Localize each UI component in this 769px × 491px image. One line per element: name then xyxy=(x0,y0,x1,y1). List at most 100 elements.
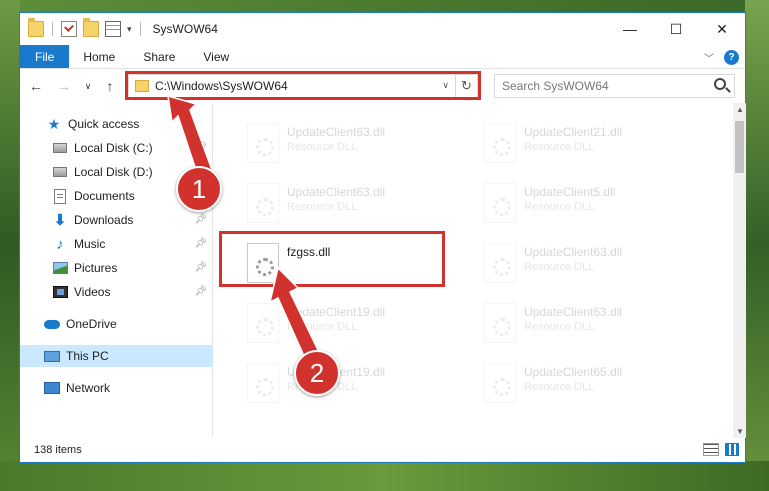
sidebar-item-network[interactable]: Network xyxy=(20,377,213,399)
file-item[interactable]: UpdateClient63.dll Resource DLL xyxy=(476,299,706,355)
desktop-background-left xyxy=(0,0,20,491)
downloads-icon: ⬇ xyxy=(53,212,67,229)
search-placeholder: Search SysWOW64 xyxy=(502,79,609,93)
star-icon: ★ xyxy=(47,115,61,132)
search-icon[interactable] xyxy=(714,78,726,90)
item-count: 138 items xyxy=(34,444,82,456)
dll-file-icon xyxy=(247,303,279,343)
details-view-icon[interactable] xyxy=(703,443,719,456)
file-type: Resource DLL xyxy=(287,141,358,153)
status-bar: 138 items xyxy=(20,438,745,462)
disk-icon xyxy=(53,143,67,153)
videos-icon xyxy=(52,286,68,298)
quick-access-toolbar: ▾ xyxy=(20,18,132,37)
customize-toolbar-icon[interactable] xyxy=(105,21,121,37)
file-item[interactable]: UpdateClient65.dll Resource DLL xyxy=(476,359,706,415)
file-type: Resource DLL xyxy=(524,141,595,153)
file-name: UpdateClient63.dll xyxy=(287,185,386,199)
dll-file-icon xyxy=(484,243,516,283)
file-name: UpdateClient63.dll xyxy=(287,125,386,139)
properties-check-icon[interactable] xyxy=(61,21,77,37)
expand-ribbon-chevron-icon[interactable]: ﹀ xyxy=(704,50,714,65)
this-pc-icon xyxy=(44,350,60,362)
ribbon-tabs: File Home Share View ﹀ ? xyxy=(20,45,745,69)
sidebar-item-pictures[interactable]: Pictures 📌︎ xyxy=(20,257,213,279)
onedrive-icon xyxy=(44,319,60,329)
file-name: UpdateClient63.dll xyxy=(524,305,623,319)
sidebar-item-label: This PC xyxy=(66,349,109,363)
close-button[interactable]: ✕ xyxy=(699,13,745,45)
file-type: Resource DLL xyxy=(524,321,595,333)
scroll-down-arrow-icon[interactable]: ▼ xyxy=(736,427,744,436)
window-controls: — ☐ ✕ xyxy=(607,13,745,45)
file-item[interactable]: UpdateClient5.dll Resource DLL xyxy=(476,179,706,235)
toolbar-dropdown-icon[interactable]: ▾ xyxy=(127,24,132,35)
pin-icon[interactable]: 📌︎ xyxy=(194,238,207,249)
scroll-up-arrow-icon[interactable]: ▲ xyxy=(736,105,744,114)
sidebar-item-videos[interactable]: Videos 📌︎ xyxy=(20,281,213,303)
file-item[interactable]: UpdateClient19.dll Resource DLL xyxy=(239,359,469,415)
tab-share[interactable]: Share xyxy=(129,45,189,68)
tab-home[interactable]: Home xyxy=(69,45,129,68)
file-item[interactable]: UpdateClient19.dll Resource DLL xyxy=(239,299,469,355)
sidebar-item-label: Downloads xyxy=(74,213,134,227)
music-icon: ♪ xyxy=(56,235,64,253)
address-bar-highlight xyxy=(125,71,481,100)
pin-icon[interactable]: 📌︎ xyxy=(194,262,207,273)
file-highlight-box xyxy=(219,231,445,287)
sidebar-item-label: OneDrive xyxy=(66,317,117,331)
tab-view[interactable]: View xyxy=(189,45,243,68)
large-icons-view-icon[interactable] xyxy=(725,443,739,456)
help-icon[interactable]: ? xyxy=(724,49,739,65)
sidebar-item-onedrive[interactable]: OneDrive xyxy=(20,313,213,335)
sidebar-item-local-disk-c[interactable]: Local Disk (C:) 📌︎ xyxy=(20,137,213,159)
sidebar-item-music[interactable]: ♪ Music 📌︎ xyxy=(20,233,213,255)
sidebar-item-label: Local Disk (C:) xyxy=(74,141,153,155)
documents-icon xyxy=(54,188,66,204)
minimize-button[interactable]: — xyxy=(607,13,653,45)
sidebar-item-downloads[interactable]: ⬇ Downloads 📌︎ xyxy=(20,209,213,231)
file-item[interactable]: UpdateClient63.dll Resource DLL xyxy=(476,239,706,295)
file-name: UpdateClient19.dll xyxy=(287,305,386,319)
desktop-background-right xyxy=(745,0,769,491)
up-arrow-icon[interactable]: ↑ xyxy=(100,76,120,96)
toolbar-divider xyxy=(52,22,53,36)
dll-file-icon xyxy=(484,183,516,223)
title-bar: ▾ SysWOW64 — ☐ ✕ xyxy=(20,13,745,45)
new-folder-icon[interactable] xyxy=(83,18,99,37)
file-type: Resource DLL xyxy=(524,261,595,273)
network-icon xyxy=(44,382,60,394)
tab-file[interactable]: File xyxy=(20,45,70,68)
dll-file-icon xyxy=(484,123,516,163)
sidebar-item-label: Network xyxy=(66,381,111,395)
view-switcher xyxy=(703,443,739,456)
scrollbar-thumb[interactable] xyxy=(735,121,744,173)
pin-icon[interactable]: 📌︎ xyxy=(194,214,207,225)
vertical-scrollbar[interactable]: ▲ ▼ xyxy=(733,103,746,438)
search-input[interactable]: Search SysWOW64 xyxy=(494,74,735,98)
title-divider xyxy=(139,22,141,36)
back-arrow-icon[interactable]: ← xyxy=(26,76,46,96)
forward-arrow-icon[interactable]: → xyxy=(54,76,74,96)
pin-icon[interactable]: 📌︎ xyxy=(194,142,207,153)
step-2-badge: 2 xyxy=(294,350,340,396)
file-type: Resource DLL xyxy=(524,381,595,393)
file-name: UpdateClient5.dll xyxy=(524,185,616,199)
maximize-button[interactable]: ☐ xyxy=(653,13,699,45)
sidebar-item-this-pc[interactable]: This PC xyxy=(20,345,213,367)
sidebar-item-quick-access[interactable]: ★ Quick access xyxy=(20,113,213,135)
sidebar-item-label: Videos xyxy=(74,285,111,299)
file-item[interactable]: UpdateClient21.dll Resource DLL xyxy=(476,119,706,175)
folder-icon xyxy=(28,18,44,37)
sidebar-item-label: Pictures xyxy=(74,261,118,275)
file-item[interactable]: UpdateClient63.dll Resource DLL xyxy=(239,119,469,175)
navigation-pane: ★ Quick access Local Disk (C:) 📌︎ Local … xyxy=(20,103,213,438)
desktop-background-bottom xyxy=(0,461,769,491)
sidebar-item-label: Local Disk (D:) xyxy=(74,165,153,179)
file-name: UpdateClient63.dll xyxy=(524,245,623,259)
sidebar-item-label: Quick access xyxy=(68,117,140,131)
file-item[interactable]: UpdateClient63.dll Resource DLL xyxy=(239,179,469,235)
step-1-badge: 1 xyxy=(176,166,222,212)
pin-icon[interactable]: 📌︎ xyxy=(194,286,207,297)
recent-locations-dropdown-icon[interactable]: ∨ xyxy=(78,76,98,96)
